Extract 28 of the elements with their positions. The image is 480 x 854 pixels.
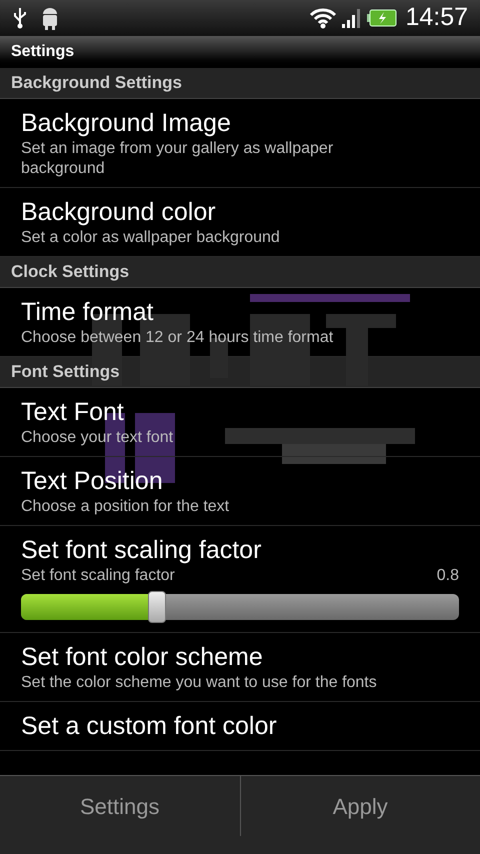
usb-icon [12, 7, 28, 29]
android-icon [40, 6, 60, 30]
setting-title[interactable]: Set a custom font color [21, 710, 459, 742]
slider-thumb[interactable] [148, 591, 166, 623]
section-title: Clock Settings [11, 261, 130, 284]
setting-summary: Choose between 12 or 24 hours time format [21, 328, 334, 348]
setting-title[interactable]: Background Image [21, 107, 459, 139]
wifi-icon [309, 7, 338, 29]
setting-summary: Choose a position for the text [21, 497, 230, 517]
setting-title: Set font scaling factor [21, 535, 262, 566]
setting-title[interactable]: Text Position [21, 465, 459, 497]
setting-title[interactable]: Background color [21, 196, 459, 228]
slider-value: 0.8 [436, 566, 459, 586]
setting-title[interactable]: Set font color scheme [21, 641, 459, 673]
section-title: Background Settings [11, 72, 182, 94]
bottom-bar-button[interactable]: Settings [0, 776, 240, 836]
setting-summary: Set the color scheme you want to use for the fonts [21, 673, 378, 693]
section-title: Font Settings [11, 361, 120, 384]
battery-icon [367, 9, 398, 27]
setting-summary: Set an image from your gallery as wallpaper background [21, 139, 334, 179]
bottom-bar-button[interactable]: Apply [240, 776, 480, 836]
screen-title: Settings [11, 42, 74, 62]
setting-title[interactable]: Text Font [21, 396, 459, 428]
setting-summary: Set font scaling factor [21, 566, 175, 586]
status-time: 14:57 [405, 2, 468, 34]
setting-title[interactable]: Time format [21, 296, 459, 328]
setting-summary: Set a color as wallpaper background [21, 228, 281, 248]
slider-track[interactable] [21, 594, 459, 620]
